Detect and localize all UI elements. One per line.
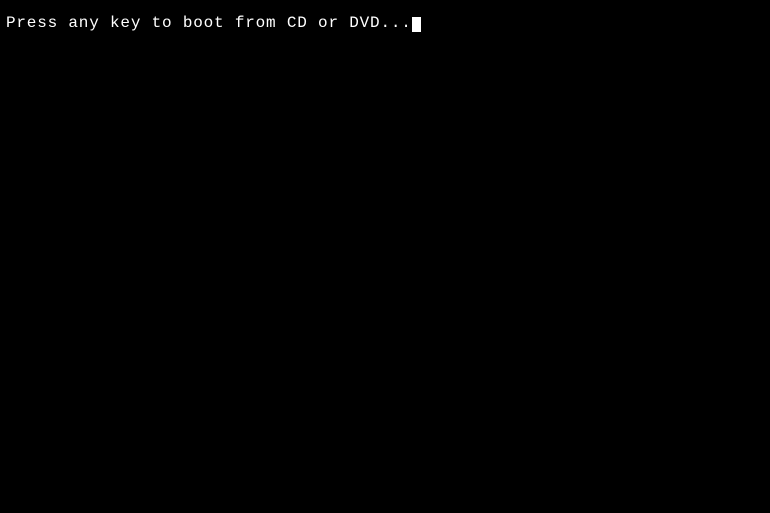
boot-message-text: Press any key to boot from CD or DVD...	[6, 14, 412, 32]
boot-message: Press any key to boot from CD or DVD...	[6, 14, 421, 32]
boot-screen: Press any key to boot from CD or DVD...	[0, 0, 770, 513]
cursor-blink	[412, 17, 421, 32]
